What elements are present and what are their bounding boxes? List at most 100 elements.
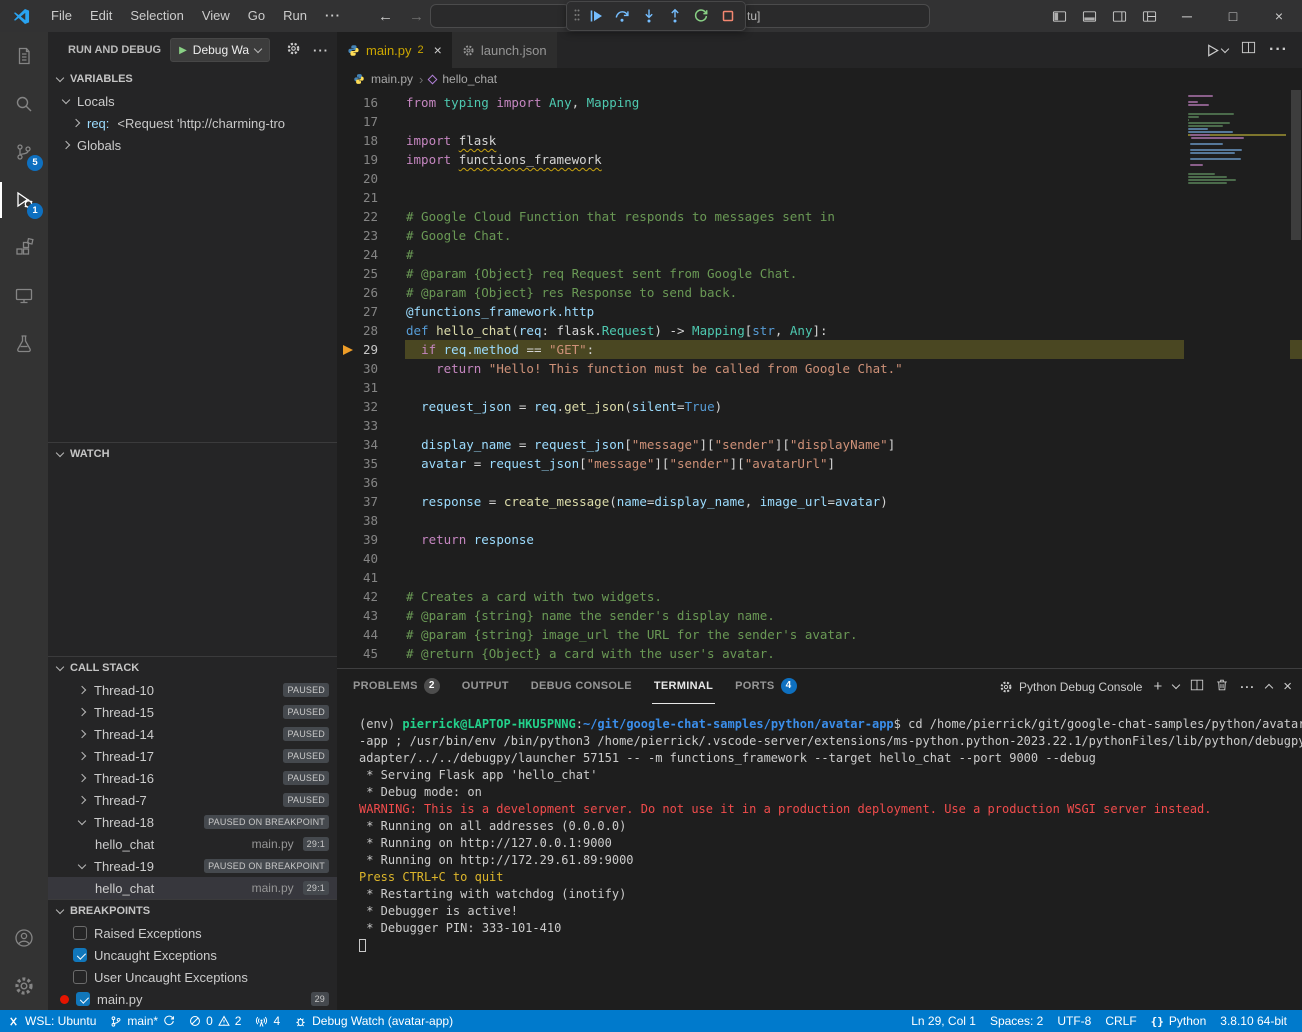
gutter[interactable]: 28 bbox=[337, 321, 405, 340]
more-actions-icon[interactable]: ··· bbox=[1269, 41, 1288, 59]
terminal-output[interactable]: (env) pierrick@LAPTOP-HKU5PNNG:~/git/goo… bbox=[337, 704, 1302, 1010]
code-line-19[interactable]: 19import functions_framework bbox=[337, 150, 1302, 169]
callstack-thread[interactable]: Thread-19PAUSED ON BREAKPOINT bbox=[48, 855, 337, 877]
gutter[interactable]: 21 bbox=[337, 188, 405, 207]
toggle-secondary-sidebar-icon[interactable] bbox=[1104, 0, 1134, 32]
nav-back-icon[interactable]: ← bbox=[378, 8, 393, 25]
debug-step-into-button[interactable] bbox=[638, 4, 660, 28]
gutter[interactable]: 27 bbox=[337, 302, 405, 321]
code-line-18[interactable]: 18import flask bbox=[337, 131, 1302, 150]
git-branch-item[interactable]: main* bbox=[103, 1010, 182, 1032]
editor-scrollbar[interactable] bbox=[1290, 90, 1302, 668]
debug-continue-button[interactable] bbox=[585, 4, 607, 28]
code-line-33[interactable]: 33 bbox=[337, 416, 1302, 435]
gutter[interactable]: 42 bbox=[337, 587, 405, 606]
code-line-27[interactable]: 27@functions_framework.http bbox=[337, 302, 1302, 321]
code-line-35[interactable]: 35 avatar = request_json["message"]["sen… bbox=[337, 454, 1302, 473]
gutter[interactable]: 34 bbox=[337, 435, 405, 454]
panel-tab-debug-console[interactable]: DEBUG CONSOLE bbox=[529, 669, 634, 704]
gutter[interactable]: 29 bbox=[337, 340, 405, 359]
panel-tab-problems[interactable]: PROBLEMS2 bbox=[351, 669, 442, 704]
gutter[interactable]: 26 bbox=[337, 283, 405, 302]
ports-item[interactable]: 4 bbox=[248, 1010, 287, 1032]
callstack-frame[interactable]: hello_chatmain.py29:1 bbox=[48, 833, 337, 855]
callstack-thread[interactable]: Thread-16PAUSED bbox=[48, 767, 337, 789]
vscode-logo-icon[interactable] bbox=[0, 8, 42, 25]
debug-step-out-button[interactable] bbox=[664, 4, 686, 28]
variables-globals[interactable]: Globals bbox=[48, 134, 337, 156]
breakpoint-item[interactable]: Uncaught Exceptions bbox=[48, 944, 337, 966]
callstack-thread[interactable]: Thread-15PAUSED bbox=[48, 701, 337, 723]
activity-account-icon[interactable] bbox=[0, 914, 48, 962]
code-line-26[interactable]: 26# @param {Object} res Response to send… bbox=[337, 283, 1302, 302]
gutter[interactable]: 19 bbox=[337, 150, 405, 169]
menu-file[interactable]: File bbox=[42, 5, 81, 27]
gutter[interactable]: 30 bbox=[337, 359, 405, 378]
code-line-40[interactable]: 40 bbox=[337, 549, 1302, 568]
code-line-25[interactable]: 25# @param {Object} req Request sent fro… bbox=[337, 264, 1302, 283]
gutter[interactable]: 18 bbox=[337, 131, 405, 150]
maximize-button[interactable]: □ bbox=[1210, 0, 1256, 32]
code-line-45[interactable]: 45# @return {Object} a card with the use… bbox=[337, 644, 1302, 663]
drag-handle-icon[interactable] bbox=[573, 7, 581, 26]
gutter[interactable]: 23 bbox=[337, 226, 405, 245]
watch-header[interactable]: WATCH bbox=[48, 443, 337, 465]
code-line-24[interactable]: 24# bbox=[337, 245, 1302, 264]
code-editor[interactable]: 16from typing import Any, Mapping1718imp… bbox=[337, 90, 1302, 668]
code-line-29[interactable]: 29 if req.method == "GET": bbox=[337, 340, 1302, 359]
callstack-frame[interactable]: hello_chatmain.py29:1 bbox=[48, 877, 337, 899]
gutter[interactable]: 32 bbox=[337, 397, 405, 416]
nav-forward-icon[interactable]: → bbox=[409, 8, 424, 25]
gutter[interactable]: 20 bbox=[337, 169, 405, 188]
breakpoint-item[interactable]: main.py29 bbox=[48, 988, 337, 1010]
language-item[interactable]: {}Python bbox=[1144, 1010, 1214, 1032]
command-center-search[interactable] bbox=[430, 4, 570, 28]
callstack-thread[interactable]: Thread-7PAUSED bbox=[48, 789, 337, 811]
code-line-20[interactable]: 20 bbox=[337, 169, 1302, 188]
split-editor-icon[interactable] bbox=[1241, 40, 1256, 60]
variables-locals[interactable]: Locals bbox=[48, 90, 337, 112]
encoding-item[interactable]: UTF-8 bbox=[1050, 1010, 1098, 1032]
code-line-34[interactable]: 34 display_name = request_json["message"… bbox=[337, 435, 1302, 454]
gutter[interactable]: 38 bbox=[337, 511, 405, 530]
code-line-22[interactable]: 22# Google Cloud Function that responds … bbox=[337, 207, 1302, 226]
activity-run-debug-icon[interactable]: 1 bbox=[0, 176, 48, 224]
gutter[interactable]: 45 bbox=[337, 644, 405, 663]
code-line-28[interactable]: 28def hello_chat(req: flask.Request) -> … bbox=[337, 321, 1302, 340]
gutter[interactable]: 40 bbox=[337, 549, 405, 568]
panel-tab-terminal[interactable]: TERMINAL bbox=[652, 669, 715, 704]
callstack-thread[interactable]: Thread-18PAUSED ON BREAKPOINT bbox=[48, 811, 337, 833]
variables-header[interactable]: VARIABLES bbox=[48, 68, 337, 90]
code-line-32[interactable]: 32 request_json = req.get_json(silent=Tr… bbox=[337, 397, 1302, 416]
problems-item[interactable]: 0 2 bbox=[182, 1010, 248, 1032]
gutter[interactable]: 35 bbox=[337, 454, 405, 473]
toggle-sidebar-icon[interactable] bbox=[1044, 0, 1074, 32]
breakpoint-checkbox[interactable] bbox=[73, 948, 87, 962]
gutter[interactable]: 39 bbox=[337, 530, 405, 549]
gutter[interactable]: 43 bbox=[337, 606, 405, 625]
call-stack-header[interactable]: CALL STACK bbox=[48, 657, 337, 679]
variable-req[interactable]: req: <Request 'http://charming-tro bbox=[48, 112, 337, 134]
gutter[interactable]: 31 bbox=[337, 378, 405, 397]
breakpoint-item[interactable]: Raised Exceptions bbox=[48, 922, 337, 944]
debug-step-over-button[interactable] bbox=[611, 4, 633, 28]
code-line-31[interactable]: 31 bbox=[337, 378, 1302, 397]
new-terminal-icon[interactable]: + bbox=[1153, 678, 1162, 695]
breadcrumb-symbol[interactable]: hello_chat bbox=[442, 72, 497, 86]
start-debug-icon[interactable]: ▶ bbox=[179, 45, 187, 56]
debug-restart-button[interactable] bbox=[690, 4, 712, 28]
callstack-thread[interactable]: Thread-17PAUSED bbox=[48, 745, 337, 767]
debug-stop-button[interactable] bbox=[717, 4, 739, 28]
breakpoints-header[interactable]: BREAKPOINTS bbox=[48, 900, 337, 922]
code-line-39[interactable]: 39 return response bbox=[337, 530, 1302, 549]
activity-source-control-icon[interactable]: 5 bbox=[0, 128, 48, 176]
code-line-36[interactable]: 36 bbox=[337, 473, 1302, 492]
run-python-file-icon[interactable] bbox=[1205, 43, 1228, 58]
gutter[interactable]: 22 bbox=[337, 207, 405, 226]
launch-config-dropdown[interactable]: ▶ Debug Wa bbox=[170, 38, 270, 62]
activity-remote-explorer-icon[interactable] bbox=[0, 272, 48, 320]
gutter[interactable]: 44 bbox=[337, 625, 405, 644]
gutter[interactable]: 25 bbox=[337, 264, 405, 283]
activity-testing-icon[interactable] bbox=[0, 320, 48, 368]
debug-settings-gear-icon[interactable] bbox=[286, 41, 301, 59]
